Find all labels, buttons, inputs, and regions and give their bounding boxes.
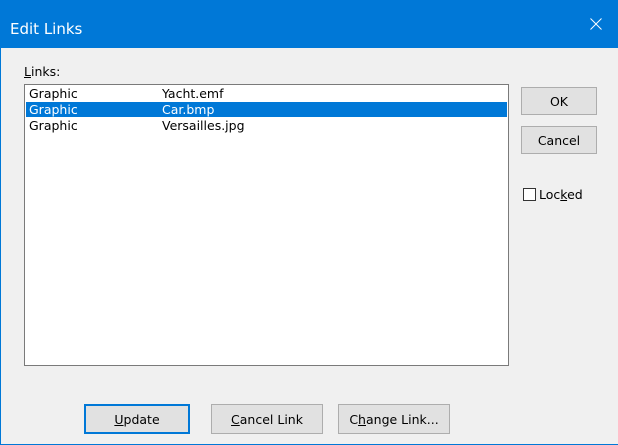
link-type: Graphic xyxy=(29,86,78,101)
checkbox-box[interactable] xyxy=(523,188,536,201)
cancel-link-accel: C xyxy=(231,411,240,427)
list-item[interactable]: Graphic Yacht.emf xyxy=(26,86,507,101)
close-icon xyxy=(590,18,602,30)
change-link-accel: h xyxy=(358,411,366,427)
close-button[interactable] xyxy=(573,0,618,48)
link-file: Versailles.jpg xyxy=(162,118,245,133)
dialog-title: Edit Links xyxy=(10,20,83,38)
links-label: Links: xyxy=(24,64,60,80)
change-link-rest: ange Link... xyxy=(365,411,439,427)
cancel-button[interactable]: Cancel xyxy=(521,126,597,154)
link-file: Yacht.emf xyxy=(162,86,224,101)
links-listbox[interactable]: Graphic Yacht.emf Graphic Car.bmp Graphi… xyxy=(24,84,509,366)
ok-button[interactable]: OK xyxy=(521,87,597,115)
locked-label: Locked xyxy=(539,187,583,202)
cancel-link-button[interactable]: Cancel Link xyxy=(211,404,323,434)
change-link-pre: C xyxy=(349,411,359,427)
update-rest: pdate xyxy=(123,411,160,427)
update-accel: U xyxy=(114,411,124,427)
cancel-link-rest: ancel Link xyxy=(239,411,303,427)
link-type: Graphic xyxy=(29,102,78,117)
update-button[interactable]: Update xyxy=(84,404,190,434)
link-type: Graphic xyxy=(29,118,78,133)
change-link-button[interactable]: Ch ange Link... xyxy=(338,404,450,434)
locked-checkbox[interactable]: Locked xyxy=(523,187,583,202)
link-file: Car.bmp xyxy=(162,102,215,117)
locked-label-rest: ed xyxy=(567,187,583,202)
locked-label-pre: Loc xyxy=(539,187,561,202)
links-label-accel: L xyxy=(24,64,31,79)
list-item[interactable]: Graphic Versailles.jpg xyxy=(26,118,507,133)
edit-links-dialog: Edit Links Links: Graphic Yacht.emf Grap… xyxy=(0,0,618,445)
title-bar[interactable]: Edit Links xyxy=(1,0,618,48)
links-label-rest: inks: xyxy=(30,64,61,79)
list-item-selected[interactable]: Graphic Car.bmp xyxy=(26,102,507,117)
